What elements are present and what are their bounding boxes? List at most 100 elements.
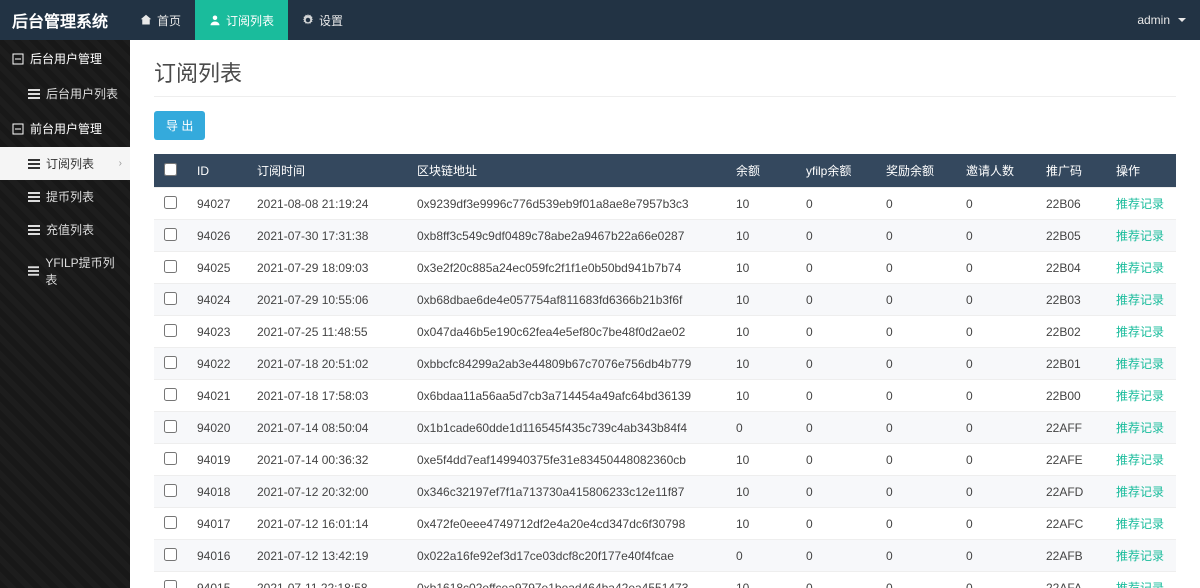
cell-time: 2021-08-08 21:19:24: [247, 188, 407, 220]
sidebar-item-label: 充值列表: [46, 221, 94, 238]
row-checkbox[interactable]: [164, 484, 177, 497]
row-checkbox[interactable]: [164, 356, 177, 369]
cell-address: 0xbbcfc84299a2ab3e44809b67c7076e756db4b7…: [407, 348, 726, 380]
table-header-row: ID 订阅时间 区块链地址 余额 yfilp余额 奖励余额 邀请人数 推广码 操…: [154, 154, 1176, 188]
recommend-record-link[interactable]: 推荐记录: [1116, 389, 1164, 403]
table-row: 940272021-08-08 21:19:240x9239df3e9996c7…: [154, 188, 1176, 220]
col-yfilp: yfilp余额: [796, 154, 876, 188]
col-id: ID: [187, 154, 247, 188]
sidebar-group-frontend-users[interactable]: 前台用户管理: [0, 110, 130, 147]
cell-yfilp: 0: [796, 188, 876, 220]
row-checkbox[interactable]: [164, 580, 177, 588]
cell-id: 94024: [187, 284, 247, 316]
sidebar-group-label: 前台用户管理: [30, 120, 102, 137]
recommend-record-link[interactable]: 推荐记录: [1116, 453, 1164, 467]
table-row: 940192021-07-14 00:36:320xe5f4dd7eaf1499…: [154, 444, 1176, 476]
row-checkbox[interactable]: [164, 196, 177, 209]
table-row: 940152021-07-11 22:18:580xb1618c02effcea…: [154, 572, 1176, 588]
home-icon: [140, 14, 152, 26]
cell-balance: 10: [726, 220, 796, 252]
table-row: 940262021-07-30 17:31:380xb8ff3c549c9df0…: [154, 220, 1176, 252]
cell-time: 2021-07-12 20:32:00: [247, 476, 407, 508]
cell-balance: 10: [726, 508, 796, 540]
col-balance: 余额: [726, 154, 796, 188]
col-action: 操作: [1106, 154, 1176, 188]
cell-balance: 10: [726, 348, 796, 380]
cell-address: 0xb68dbae6de4e057754af811683fd6366b21b3f…: [407, 284, 726, 316]
export-button[interactable]: 导 出: [154, 111, 205, 140]
cell-time: 2021-07-12 16:01:14: [247, 508, 407, 540]
user-menu[interactable]: admin: [1137, 13, 1188, 27]
recommend-record-link[interactable]: 推荐记录: [1116, 421, 1164, 435]
cell-id: 94019: [187, 444, 247, 476]
recommend-record-link[interactable]: 推荐记录: [1116, 357, 1164, 371]
table-row: 940222021-07-18 20:51:020xbbcfc84299a2ab…: [154, 348, 1176, 380]
cell-code: 22B06: [1036, 188, 1106, 220]
cell-time: 2021-07-30 17:31:38: [247, 220, 407, 252]
cell-invited: 0: [956, 540, 1036, 572]
row-checkbox[interactable]: [164, 452, 177, 465]
sidebar-item-subscribe[interactable]: 订阅列表 ›: [0, 147, 130, 180]
cell-invited: 0: [956, 188, 1036, 220]
nav-settings[interactable]: 设置: [288, 0, 357, 40]
recommend-record-link[interactable]: 推荐记录: [1116, 581, 1164, 588]
cell-code: 22B02: [1036, 316, 1106, 348]
cell-reward: 0: [876, 444, 956, 476]
recommend-record-link[interactable]: 推荐记录: [1116, 229, 1164, 243]
row-checkbox[interactable]: [164, 548, 177, 561]
cell-balance: 10: [726, 252, 796, 284]
cell-code: 22AFF: [1036, 412, 1106, 444]
cell-address: 0x9239df3e9996c776d539eb9f01a8ae8e7957b3…: [407, 188, 726, 220]
row-checkbox[interactable]: [164, 292, 177, 305]
cell-yfilp: 0: [796, 284, 876, 316]
sidebar-group-backend-users[interactable]: 后台用户管理: [0, 40, 130, 77]
row-checkbox[interactable]: [164, 228, 177, 241]
cell-time: 2021-07-18 17:58:03: [247, 380, 407, 412]
cell-time: 2021-07-25 11:48:55: [247, 316, 407, 348]
cell-yfilp: 0: [796, 220, 876, 252]
select-all-checkbox[interactable]: [164, 163, 177, 176]
nav-home[interactable]: 首页: [126, 0, 195, 40]
cell-id: 94027: [187, 188, 247, 220]
cell-reward: 0: [876, 380, 956, 412]
cell-code: 22B00: [1036, 380, 1106, 412]
row-checkbox[interactable]: [164, 516, 177, 529]
recommend-record-link[interactable]: 推荐记录: [1116, 197, 1164, 211]
table-row: 940252021-07-29 18:09:030x3e2f20c885a24e…: [154, 252, 1176, 284]
cell-reward: 0: [876, 572, 956, 588]
cell-balance: 10: [726, 284, 796, 316]
sidebar-item-yfilp-withdraw[interactable]: YFILP提币列表: [0, 246, 130, 296]
minus-square-icon: [12, 123, 24, 135]
sidebar-item-backend-userlist[interactable]: 后台用户列表: [0, 77, 130, 110]
row-checkbox[interactable]: [164, 420, 177, 433]
row-checkbox[interactable]: [164, 324, 177, 337]
cell-time: 2021-07-18 20:51:02: [247, 348, 407, 380]
sidebar-item-withdraw[interactable]: 提币列表: [0, 180, 130, 213]
col-address: 区块链地址: [407, 154, 726, 188]
recommend-record-link[interactable]: 推荐记录: [1116, 261, 1164, 275]
recommend-record-link[interactable]: 推荐记录: [1116, 485, 1164, 499]
cell-address: 0x1b1cade60dde1d116545f435c739c4ab343b84…: [407, 412, 726, 444]
cell-id: 94021: [187, 380, 247, 412]
table-row: 940202021-07-14 08:50:040x1b1cade60dde1d…: [154, 412, 1176, 444]
cell-invited: 0: [956, 444, 1036, 476]
recommend-record-link[interactable]: 推荐记录: [1116, 293, 1164, 307]
sidebar-item-recharge[interactable]: 充值列表: [0, 213, 130, 246]
cell-reward: 0: [876, 316, 956, 348]
list-icon: [28, 265, 39, 277]
nav-subscribe[interactable]: 订阅列表: [195, 0, 288, 40]
cell-id: 94016: [187, 540, 247, 572]
subscribe-table: ID 订阅时间 区块链地址 余额 yfilp余额 奖励余额 邀请人数 推广码 操…: [154, 154, 1176, 588]
cell-reward: 0: [876, 252, 956, 284]
cell-address: 0xe5f4dd7eaf149940375fe31e83450448082360…: [407, 444, 726, 476]
recommend-record-link[interactable]: 推荐记录: [1116, 549, 1164, 563]
cell-address: 0x3e2f20c885a24ec059fc2f1f1e0b50bd941b7b…: [407, 252, 726, 284]
nav-settings-label: 设置: [319, 12, 343, 29]
recommend-record-link[interactable]: 推荐记录: [1116, 517, 1164, 531]
row-checkbox[interactable]: [164, 388, 177, 401]
row-checkbox[interactable]: [164, 260, 177, 273]
cell-invited: 0: [956, 348, 1036, 380]
cell-address: 0xb1618c02effcea9797e1bead464ba42ea45514…: [407, 572, 726, 588]
recommend-record-link[interactable]: 推荐记录: [1116, 325, 1164, 339]
cell-yfilp: 0: [796, 540, 876, 572]
